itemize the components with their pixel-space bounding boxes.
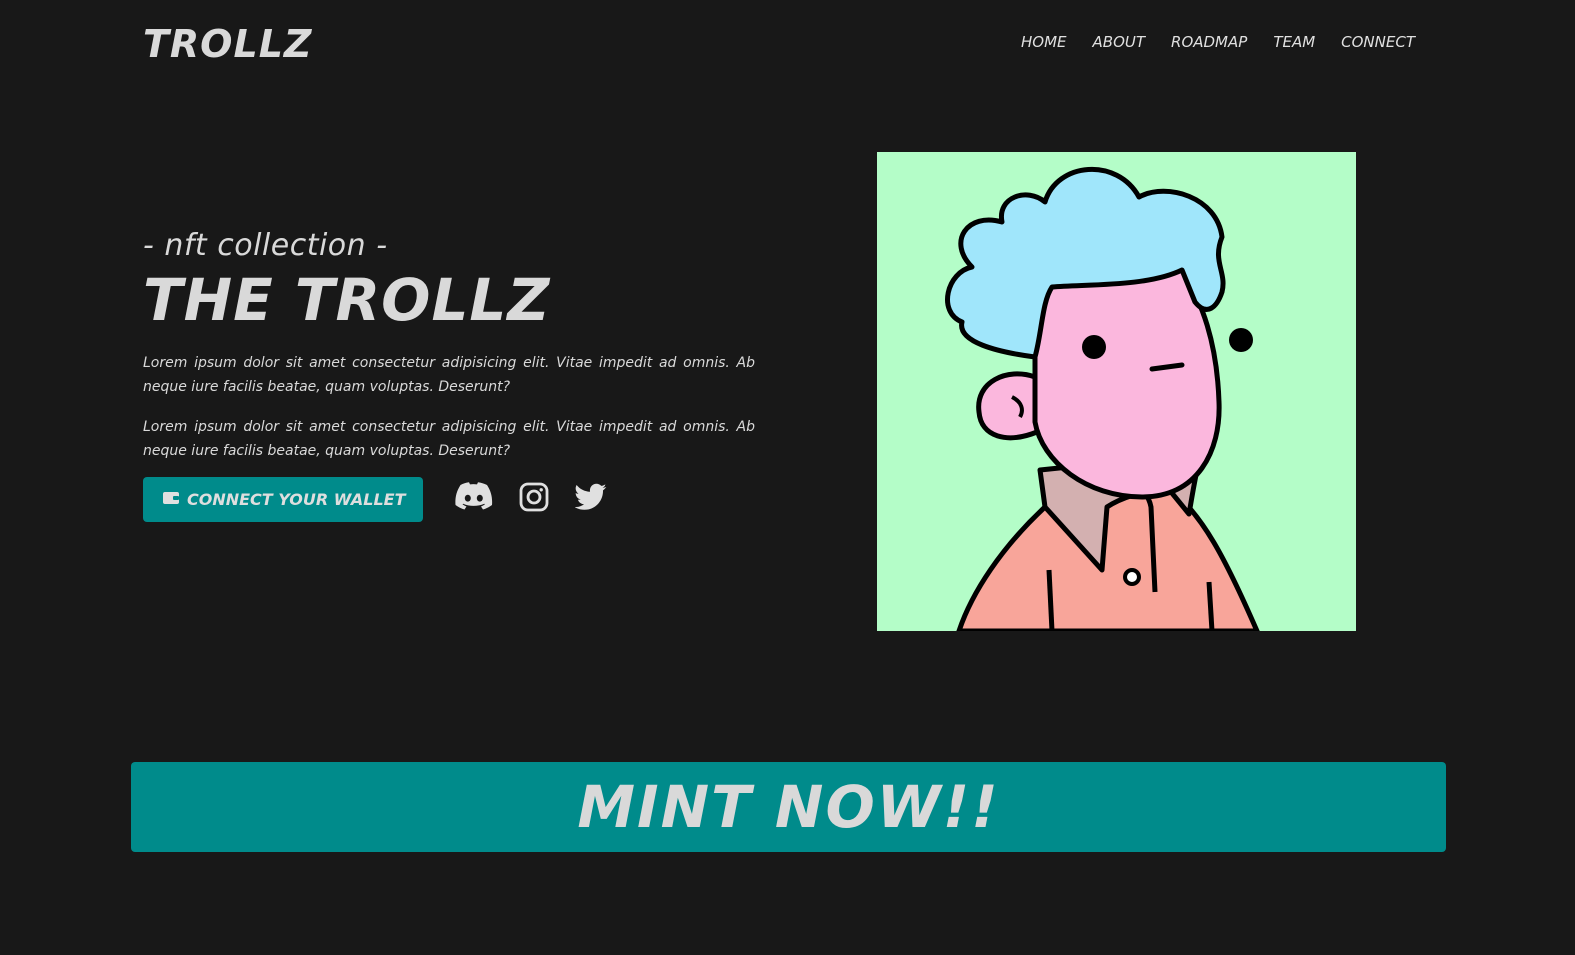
mint-now-button[interactable]: MINT NOW!! [131, 762, 1446, 852]
nav-connect-link[interactable]: CONNECT [1341, 33, 1415, 51]
navbar: TROLLZ HOME ABOUT ROADMAP TEAM CONNECT [0, 0, 1575, 96]
hero-paragraph-2: Lorem ipsum dolor sit amet consectetur a… [143, 418, 755, 459]
instagram-icon[interactable] [519, 482, 549, 516]
twitter-icon[interactable] [574, 483, 607, 515]
hero-paragraph-1: Lorem ipsum dolor sit amet consectetur a… [143, 354, 755, 395]
hero-text: - nft collection - THE TROLLZ Lorem ipsu… [143, 228, 755, 522]
nav-about-link[interactable]: ABOUT [1093, 33, 1146, 51]
nav-links: HOME ABOUT ROADMAP TEAM CONNECT [1021, 33, 1415, 51]
hero-actions: CONNECT YOUR WALLET [143, 476, 755, 522]
nav-team-link[interactable]: TEAM [1273, 33, 1315, 51]
connect-wallet-button[interactable]: CONNECT YOUR WALLET [143, 476, 424, 522]
connect-wallet-label: CONNECT YOUR WALLET [187, 489, 406, 509]
nav-roadmap-link[interactable]: ROADMAP [1171, 33, 1247, 51]
wallet-icon [163, 490, 179, 509]
hero-title: THE TROLLZ [143, 266, 551, 334]
brand-logo[interactable]: TROLLZ [143, 22, 312, 66]
nav-home-link[interactable]: HOME [1021, 33, 1067, 51]
hero-subtitle: - nft collection - [143, 228, 388, 263]
discord-icon[interactable] [455, 482, 493, 516]
nft-character-image [877, 152, 1356, 631]
social-links [455, 482, 607, 516]
